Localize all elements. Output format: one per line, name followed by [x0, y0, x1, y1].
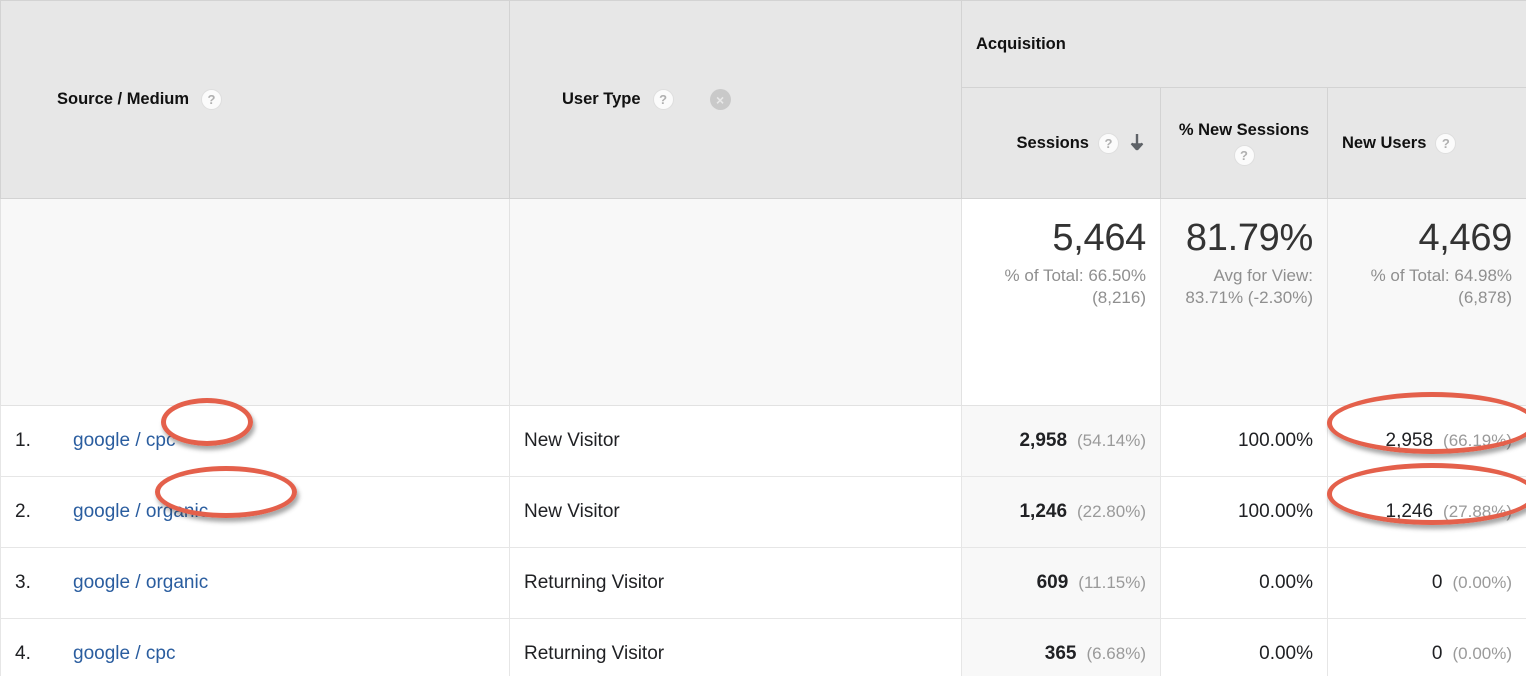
cell-pct-new-sessions: 0.00% — [1160, 618, 1328, 676]
column-header-pct-new-sessions[interactable]: % New Sessions ? — [1160, 87, 1328, 199]
cell-sessions: 1,246 (22.80%) — [961, 476, 1161, 548]
cell-new-users: 0 (0.00%) — [1326, 547, 1526, 619]
summary-sessions-subtext: % of Total: 66.50% (8,216) — [1004, 265, 1146, 307]
summary-sessions-value: 5,464 — [1052, 217, 1146, 259]
row-index: 1. — [15, 430, 31, 451]
cell-user-type: Returning Visitor — [509, 547, 962, 619]
sessions-value: 609 — [1036, 572, 1069, 593]
acquisition-data-table: Source / Medium ? User Type ? × Acquisit… — [0, 0, 1526, 676]
column-header-sessions[interactable]: Sessions ? — [961, 87, 1161, 199]
row-index: 4. — [15, 643, 31, 664]
column-group-header-acquisition: Acquisition — [960, 0, 1526, 88]
column-header-source-medium[interactable]: Source / Medium ? — [0, 0, 510, 199]
source-medium-link[interactable]: google / organic — [73, 572, 208, 594]
column-header-sessions-label: Sessions — [1016, 133, 1089, 152]
new-users-percent: (0.00%) — [1452, 573, 1513, 592]
sort-descending-arrow-icon[interactable] — [1128, 132, 1146, 154]
cell-source-medium: 2. google / organic — [0, 476, 510, 548]
summary-cell-empty-source-medium — [0, 198, 510, 406]
summary-new-users-value: 4,469 — [1418, 217, 1513, 259]
cell-sessions: 2,958 (54.14%) — [961, 405, 1161, 477]
column-header-user-type-label: User Type — [562, 90, 641, 108]
table-body: 5,464 % of Total: 66.50% (8,216) 81.79% … — [0, 198, 1526, 676]
cell-user-type: New Visitor — [509, 405, 962, 477]
summary-cell-new-users: 4,469 % of Total: 64.98% (6,878) — [1326, 198, 1526, 406]
summary-pct-new-sessions-subtext: Avg for View: 83.71% (-2.30%) — [1185, 265, 1313, 307]
sessions-value: 2,958 — [1019, 430, 1068, 451]
header-group-row: Source / Medium ? User Type ? × Acquisit… — [0, 0, 1526, 199]
cell-sessions: 365 (6.68%) — [961, 618, 1161, 676]
table-row: 4. google / cpc Returning Visitor 365 (6.… — [0, 618, 1526, 676]
help-icon-pct-new-sessions[interactable]: ? — [1233, 144, 1255, 166]
cell-new-users: 0 (0.00%) — [1326, 618, 1526, 676]
cell-source-medium: 3. google / organic — [0, 547, 510, 619]
new-users-percent: (66.19%) — [1443, 431, 1513, 450]
close-icon-user-type[interactable]: × — [709, 89, 731, 110]
row-index: 3. — [15, 572, 31, 593]
column-group-header-acquisition-label: Acquisition — [976, 34, 1066, 53]
cell-user-type: Returning Visitor — [509, 618, 962, 676]
cell-source-medium: 4. google / cpc — [0, 618, 510, 676]
table-row: 1. google / cpc New Visitor 2,958 (54.14%… — [0, 405, 1526, 477]
cell-new-users: 2,958 (66.19%) — [1326, 405, 1526, 477]
sessions-percent: (22.80%) — [1077, 502, 1146, 521]
row-index: 2. — [15, 501, 31, 522]
summary-cell-empty-user-type — [509, 198, 962, 406]
sessions-percent: (6.68%) — [1086, 644, 1146, 663]
sessions-value: 365 — [1044, 643, 1077, 664]
sessions-percent: (11.15%) — [1078, 573, 1146, 592]
cell-source-medium: 1. google / cpc — [0, 405, 510, 477]
summary-row: 5,464 % of Total: 66.50% (8,216) 81.79% … — [0, 198, 1526, 406]
new-users-percent: (27.88%) — [1443, 502, 1513, 521]
summary-pct-new-sessions-value: 81.79% — [1185, 217, 1313, 259]
cell-pct-new-sessions: 100.00% — [1160, 405, 1328, 477]
source-medium-link[interactable]: google / cpc — [73, 430, 175, 452]
cell-pct-new-sessions: 100.00% — [1160, 476, 1328, 548]
summary-new-users-subtext: % of Total: 64.98% (6,878) — [1370, 265, 1513, 307]
sessions-value: 1,246 — [1019, 501, 1068, 522]
new-users-value: 2,958 — [1385, 430, 1434, 451]
summary-cell-pct-new-sessions: 81.79% Avg for View: 83.71% (-2.30%) — [1160, 198, 1328, 406]
help-icon-sessions[interactable]: ? — [1098, 132, 1119, 154]
new-users-percent: (0.00%) — [1452, 644, 1513, 663]
source-medium-link[interactable]: google / cpc — [73, 643, 175, 665]
column-header-new-users[interactable]: New Users ? — [1326, 87, 1526, 199]
column-header-pct-new-sessions-label: % New Sessions — [1178, 121, 1310, 140]
sessions-percent: (54.14%) — [1077, 431, 1146, 450]
table-row: 2. google / organic New Visitor 1,246 (22… — [0, 476, 1526, 548]
cell-user-type: New Visitor — [509, 476, 962, 548]
source-medium-link[interactable]: google / organic — [73, 501, 208, 523]
analytics-table-container: Source / Medium ? User Type ? × Acquisit… — [0, 0, 1526, 676]
column-header-new-users-label: New Users — [1342, 133, 1427, 152]
new-users-value: 0 — [1431, 643, 1443, 664]
column-header-user-type[interactable]: User Type ? × — [509, 0, 962, 199]
table-row: 3. google / organic Returning Visitor 60… — [0, 547, 1526, 619]
cell-pct-new-sessions: 0.00% — [1160, 547, 1328, 619]
new-users-value: 0 — [1431, 572, 1443, 593]
help-icon-new-users[interactable]: ? — [1435, 132, 1457, 154]
new-users-value: 1,246 — [1385, 501, 1434, 522]
help-icon-user-type[interactable]: ? — [652, 89, 674, 110]
cell-new-users: 1,246 (27.88%) — [1326, 476, 1526, 548]
help-icon-source-medium[interactable]: ? — [201, 89, 223, 110]
column-header-source-medium-label: Source / Medium — [57, 90, 190, 108]
cell-sessions: 609 (11.15%) — [961, 547, 1161, 619]
table-header: Source / Medium ? User Type ? × Acquisit… — [0, 0, 1526, 199]
summary-cell-sessions: 5,464 % of Total: 66.50% (8,216) — [961, 198, 1161, 406]
